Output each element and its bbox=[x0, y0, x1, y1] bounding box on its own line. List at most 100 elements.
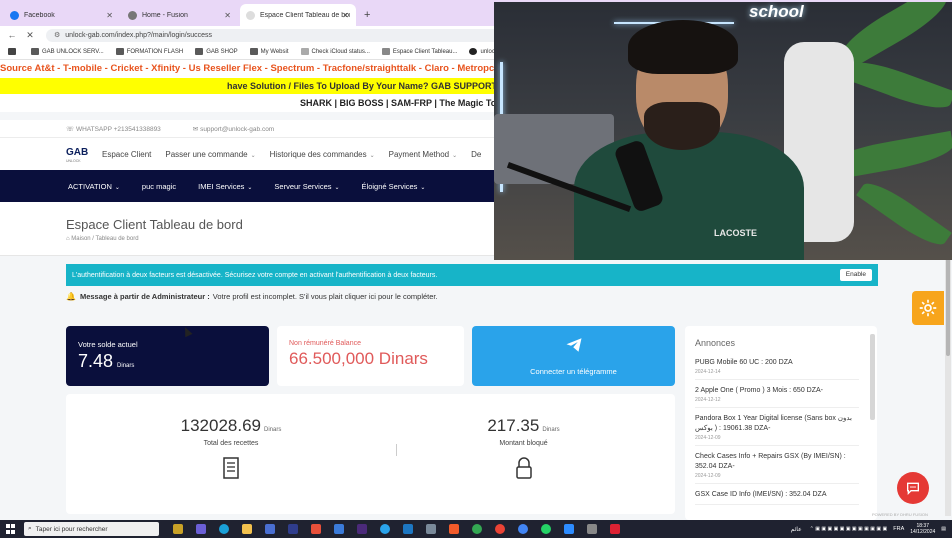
system-tray: عائم ⌃ ▣ ▣ ▣ ▣ ▣ ▣ ▣ ▣ ▣ ▣ ▣ ▣ FRA 18:37… bbox=[791, 520, 946, 538]
email-link[interactable]: ✉ support@unlock-gab.com bbox=[193, 125, 290, 133]
announcement-item[interactable]: Pandora Box 1 Year Digital license (Sans… bbox=[695, 414, 859, 446]
bookmark-formation[interactable]: FORMATION FLASH bbox=[115, 48, 183, 55]
lock-icon bbox=[515, 457, 532, 479]
nav-imei-services[interactable]: IMEI Services ⌄ bbox=[198, 182, 252, 191]
windows-taskbar: ⌕ Taper ici pour rechercher عائم ⌃ ▣ ▣ ▣… bbox=[0, 520, 952, 538]
settings-button[interactable] bbox=[912, 291, 944, 325]
apps-icon[interactable] bbox=[8, 48, 19, 55]
chevron-down-icon: ⌄ bbox=[334, 184, 340, 191]
alert-text: L'authentification à deux facteurs est d… bbox=[72, 271, 438, 279]
nav-eloigne-services[interactable]: Éloigné Services ⌄ bbox=[362, 182, 426, 191]
taskbar-search[interactable]: ⌕ Taper ici pour rechercher bbox=[24, 522, 159, 536]
app-icon[interactable] bbox=[196, 524, 206, 534]
chrome-icon[interactable] bbox=[495, 524, 505, 534]
language-indicator[interactable]: FRA bbox=[893, 526, 904, 532]
close-icon[interactable]: ✕ bbox=[224, 11, 231, 20]
close-icon[interactable]: ✕ bbox=[106, 11, 113, 20]
close-load-icon[interactable]: ✕ bbox=[24, 30, 36, 41]
folder-icon bbox=[115, 48, 124, 55]
brave-icon[interactable] bbox=[449, 524, 459, 534]
site-info-icon[interactable]: ⚙ bbox=[54, 31, 60, 39]
back-icon[interactable]: ← bbox=[6, 30, 18, 40]
page-scrollbar[interactable] bbox=[945, 256, 951, 516]
site-logo[interactable]: GAB UNLOCK bbox=[66, 145, 92, 163]
scrollbar-thumb[interactable] bbox=[946, 256, 950, 356]
nav-payment-method[interactable]: Payment Method ⌄ bbox=[389, 150, 458, 159]
tab-home-fusion[interactable]: Home - Fusion ✕ bbox=[122, 4, 238, 26]
search-icon: ⌕ bbox=[28, 525, 32, 532]
chevron-down-icon: ⌄ bbox=[420, 184, 426, 191]
url-field[interactable]: ⚙ unlock-gab.com/index.php?/main/login/s… bbox=[46, 28, 546, 42]
whatsapp-icon[interactable] bbox=[541, 524, 551, 534]
edge-icon[interactable] bbox=[219, 524, 229, 534]
new-tab-button[interactable]: + bbox=[364, 4, 370, 26]
app-icon[interactable] bbox=[403, 524, 413, 534]
bookmark-espace-client[interactable]: Espace Client Tableau... bbox=[381, 48, 457, 55]
neon-sign: school bbox=[749, 2, 804, 21]
globe-icon bbox=[469, 48, 478, 55]
chevron-down-icon: ⌄ bbox=[452, 152, 458, 159]
app-icon[interactable] bbox=[173, 524, 183, 534]
app-icon[interactable] bbox=[334, 524, 344, 534]
close-icon[interactable]: ✕ bbox=[342, 11, 349, 20]
app-icon[interactable] bbox=[311, 524, 321, 534]
announcement-item[interactable]: GSX Case ID Info (IMEI/SN) : 352.04 DZA bbox=[695, 490, 859, 505]
announcements-scrollbar[interactable] bbox=[870, 334, 875, 420]
whatsapp-link[interactable]: ☏ WHATSAPP +213541338893 bbox=[66, 125, 177, 133]
nav-activation[interactable]: ACTIVATION ⌄ bbox=[68, 182, 120, 191]
explorer-icon[interactable] bbox=[242, 524, 252, 534]
tab-facebook[interactable]: Facebook ✕ bbox=[4, 4, 120, 26]
bookmark-gab-shop[interactable]: GAB SHOP bbox=[195, 48, 238, 55]
nav-espace-client[interactable]: Espace Client bbox=[102, 150, 151, 159]
nav-more[interactable]: De bbox=[471, 150, 481, 159]
globe-icon bbox=[128, 10, 137, 20]
tab-espace-client[interactable]: Espace Client Tableau de bord ✕ bbox=[240, 4, 356, 26]
chrome-icon[interactable] bbox=[472, 524, 482, 534]
clock[interactable]: 18:37 14/12/2024 bbox=[910, 523, 935, 535]
weather-widget[interactable]: عائم bbox=[791, 526, 802, 533]
premiere-icon[interactable] bbox=[357, 524, 367, 534]
admin-message[interactable]: 🔔 Message à partir de Administrateur : V… bbox=[66, 292, 438, 301]
unpaid-balance-card: Non rémunéré Balance 66.500,000 Dinars bbox=[277, 326, 464, 386]
chat-button[interactable] bbox=[897, 472, 929, 504]
plant-leaf bbox=[842, 53, 952, 117]
balance-label: Votre solde actuel bbox=[78, 340, 138, 349]
app-icon[interactable] bbox=[426, 524, 436, 534]
unpaid-balance-label: Non rémunéré Balance bbox=[289, 340, 361, 347]
google-icon bbox=[300, 48, 309, 55]
bookmark-icloud[interactable]: Check iCloud status... bbox=[300, 48, 370, 55]
bookmark-my-website[interactable]: My Websit bbox=[249, 48, 289, 55]
stats-card: 132028.69 Dinars Total des recettes 217.3… bbox=[66, 394, 675, 514]
app-icon[interactable] bbox=[265, 524, 275, 534]
announcement-item[interactable]: PUBG Mobile 60 UC : 200 DZA 2024-12-14 bbox=[695, 358, 859, 380]
enable-2fa-button[interactable]: Enable bbox=[839, 269, 872, 281]
nav-puc-magic[interactable]: puc magic bbox=[142, 182, 176, 191]
chrome-icon[interactable] bbox=[518, 524, 528, 534]
app-icon[interactable] bbox=[610, 524, 620, 534]
nav-historique[interactable]: Historique des commandes ⌄ bbox=[270, 150, 375, 159]
tray-icons[interactable]: ⌃ ▣ ▣ ▣ ▣ ▣ ▣ ▣ ▣ ▣ ▣ ▣ ▣ bbox=[810, 526, 888, 532]
plant-leaf bbox=[856, 175, 952, 253]
announcements-panel: Annonces PUBG Mobile 60 UC : 200 DZA 2024… bbox=[685, 326, 877, 520]
unpaid-balance-value: 66.500,000 Dinars bbox=[289, 349, 428, 368]
stat-caption: Total des recettes bbox=[203, 440, 259, 447]
connect-telegram-button[interactable]: Connecter un télégramme bbox=[472, 326, 675, 386]
gear-icon bbox=[919, 299, 937, 317]
admin-message-label: Message à partir de Administrateur : bbox=[79, 292, 210, 301]
app-icon[interactable] bbox=[564, 524, 574, 534]
app-icon[interactable] bbox=[587, 524, 597, 534]
announcement-item[interactable]: 2 Apple One ( Promo ) 3 Mois : 650 DZA- 2… bbox=[695, 386, 859, 408]
bookmark-gab-unlock[interactable]: GAB UNLOCK SERV... bbox=[31, 48, 104, 55]
telegram-icon[interactable] bbox=[380, 524, 390, 534]
nav-serveur-services[interactable]: Serveur Services ⌄ bbox=[274, 182, 339, 191]
stat-montant-bloque: 217.35 Dinars Montant bloqué bbox=[476, 416, 571, 484]
windows-start-icon[interactable] bbox=[6, 524, 16, 534]
chat-icon bbox=[907, 482, 919, 495]
announcement-item[interactable]: Check Cases Info + Repairs GSX (By IMEI/… bbox=[695, 452, 859, 484]
powered-by: POWERED BY DHRU FUSION bbox=[872, 512, 928, 517]
app-icon[interactable] bbox=[288, 524, 298, 534]
notifications-icon[interactable]: ▤ bbox=[941, 526, 946, 532]
url-text: unlock-gab.com/index.php?/main/login/suc… bbox=[65, 31, 212, 39]
nav-passer-commande[interactable]: Passer une commande ⌄ bbox=[165, 150, 255, 159]
page-icon bbox=[381, 48, 390, 55]
